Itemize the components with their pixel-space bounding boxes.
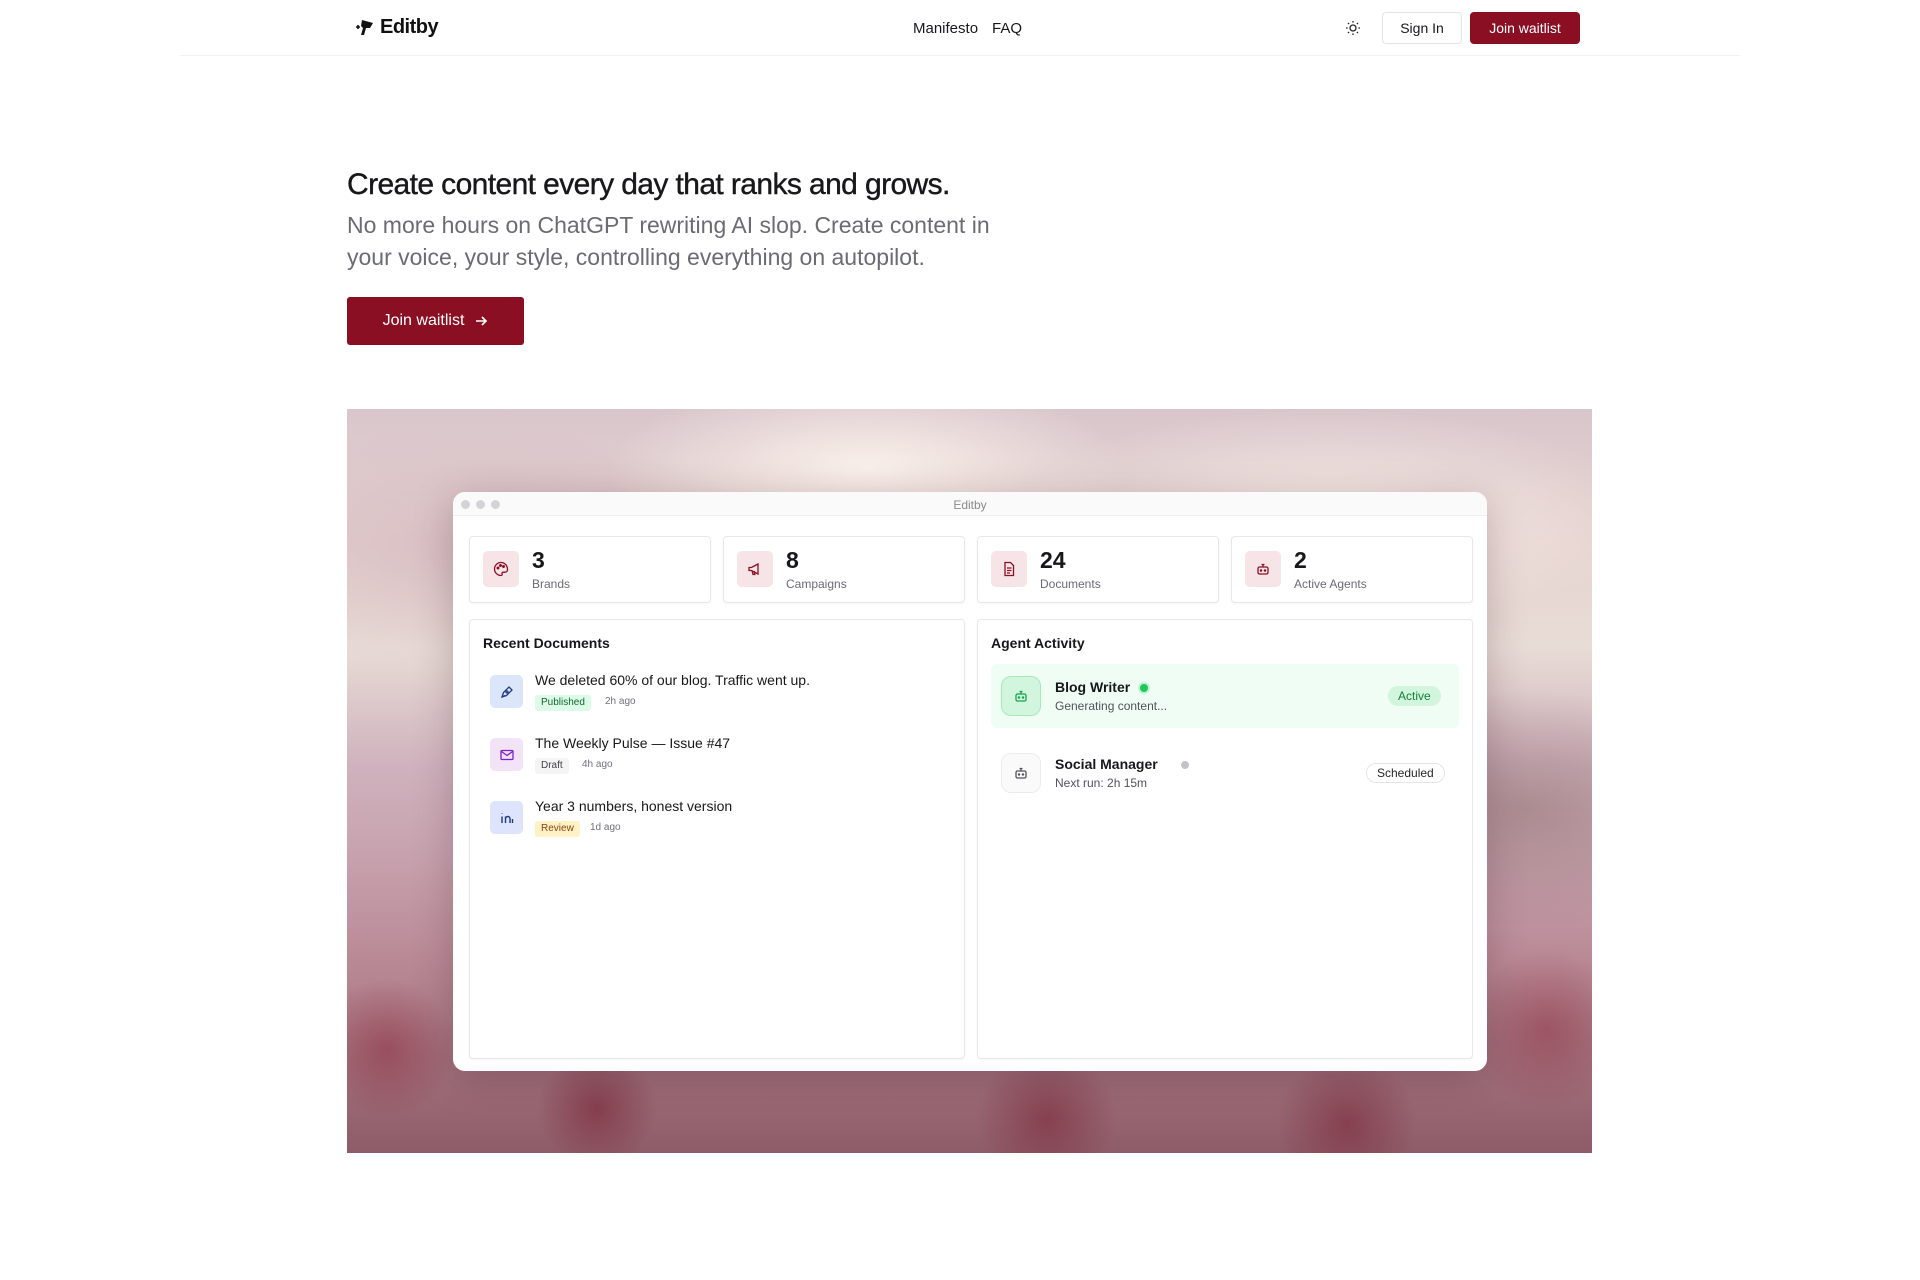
theme-toggle-button[interactable] (1341, 16, 1365, 40)
agent-status: Next run: 2h 15m (1055, 776, 1148, 790)
stat-card-documents[interactable]: 24 Documents (977, 536, 1219, 603)
document-time: 2h ago (605, 696, 636, 707)
agent-row-blog-writer[interactable]: Blog Writer Generating content... Active (991, 664, 1459, 728)
nav-link-manifesto[interactable]: Manifesto (913, 20, 978, 37)
logo-icon (356, 19, 373, 35)
status-badge: Review (535, 821, 580, 837)
agent-activity-panel: Agent Activity Blog Writer Generating co… (977, 619, 1473, 1059)
status-badge: Draft (535, 758, 569, 774)
mail-icon (490, 738, 523, 771)
stat-card-campaigns[interactable]: 8 Campaigns (723, 536, 965, 603)
recent-documents-panel: Recent Documents We deleted 60% of our b… (469, 619, 965, 1059)
panel-title: Recent Documents (483, 635, 610, 651)
status-badge: Published (535, 695, 591, 711)
document-item[interactable]: The Weekly Pulse — Issue #47 Draft 4h ag… (490, 735, 950, 783)
panel-title: Agent Activity (991, 635, 1085, 651)
window-titlebar: Editby (453, 492, 1487, 516)
stat-value: 8 (786, 547, 799, 573)
pen-icon (490, 675, 523, 708)
brand-name: Editby (380, 16, 439, 38)
window-title: Editby (953, 498, 987, 512)
stat-value: 2 (1294, 547, 1307, 573)
online-indicator (1140, 684, 1148, 692)
bot-icon (1001, 676, 1041, 716)
offline-indicator (1181, 761, 1189, 769)
agent-name: Blog Writer (1055, 679, 1131, 695)
megaphone-icon (737, 551, 773, 587)
stat-label: Brands (532, 577, 571, 591)
document-title: We deleted 60% of our blog. Traffic went… (535, 672, 810, 688)
document-time: 4h ago (582, 759, 613, 770)
document-time: 1d ago (590, 822, 621, 833)
stat-card-brands[interactable]: 3 Brands (469, 536, 711, 603)
brand-logo[interactable]: Editby (355, 16, 439, 39)
stat-value: 3 (532, 547, 545, 573)
document-item[interactable]: Year 3 numbers, honest version Review 1d… (490, 798, 950, 846)
nav-links: Manifesto FAQ (913, 20, 1022, 37)
agent-badge: Active (1388, 686, 1441, 706)
hero-subtitle: No more hours on ChatGPT rewriting AI sl… (347, 212, 990, 270)
agent-status: Generating content... (1055, 699, 1168, 713)
document-title: Year 3 numbers, honest version (535, 798, 733, 814)
nav-link-faq[interactable]: FAQ (992, 20, 1022, 37)
stat-label: Active Agents (1294, 577, 1367, 591)
hero-title: Create content every day that ranks and … (347, 168, 951, 201)
stat-label: Campaigns (786, 577, 847, 591)
nav-divider (180, 55, 1740, 56)
palette-icon (483, 551, 519, 587)
app-window: Editby 3 Brands 8 Campaigns 24 Documents (453, 492, 1487, 1071)
bot-icon (1245, 551, 1281, 587)
linkedin-icon (490, 801, 523, 834)
document-title: The Weekly Pulse — Issue #47 (535, 735, 731, 751)
top-nav: Editby Manifesto FAQ Sign In Join waitli… (0, 0, 1920, 56)
arrow-right-icon (476, 316, 488, 326)
agent-row-social-manager[interactable]: Social Manager Next run: 2h 15m Schedule… (991, 741, 1459, 805)
hero-join-waitlist-button[interactable]: Join waitlist (347, 297, 524, 345)
sign-in-button[interactable]: Sign In (1382, 12, 1462, 44)
stat-value: 24 (1040, 547, 1066, 573)
document-icon (991, 551, 1027, 587)
product-showcase: Editby 3 Brands 8 Campaigns 24 Documents (347, 409, 1592, 1153)
stat-card-active-agents[interactable]: 2 Active Agents (1231, 536, 1473, 603)
stat-label: Documents (1040, 577, 1101, 591)
cta-label: Join waitlist (382, 312, 465, 329)
sun-icon (1346, 21, 1360, 35)
agent-badge: Scheduled (1366, 763, 1445, 783)
bot-icon (1001, 753, 1041, 793)
nav-join-waitlist-button[interactable]: Join waitlist (1470, 12, 1580, 44)
document-item[interactable]: We deleted 60% of our blog. Traffic went… (490, 672, 950, 720)
agent-name: Social Manager (1055, 756, 1158, 772)
